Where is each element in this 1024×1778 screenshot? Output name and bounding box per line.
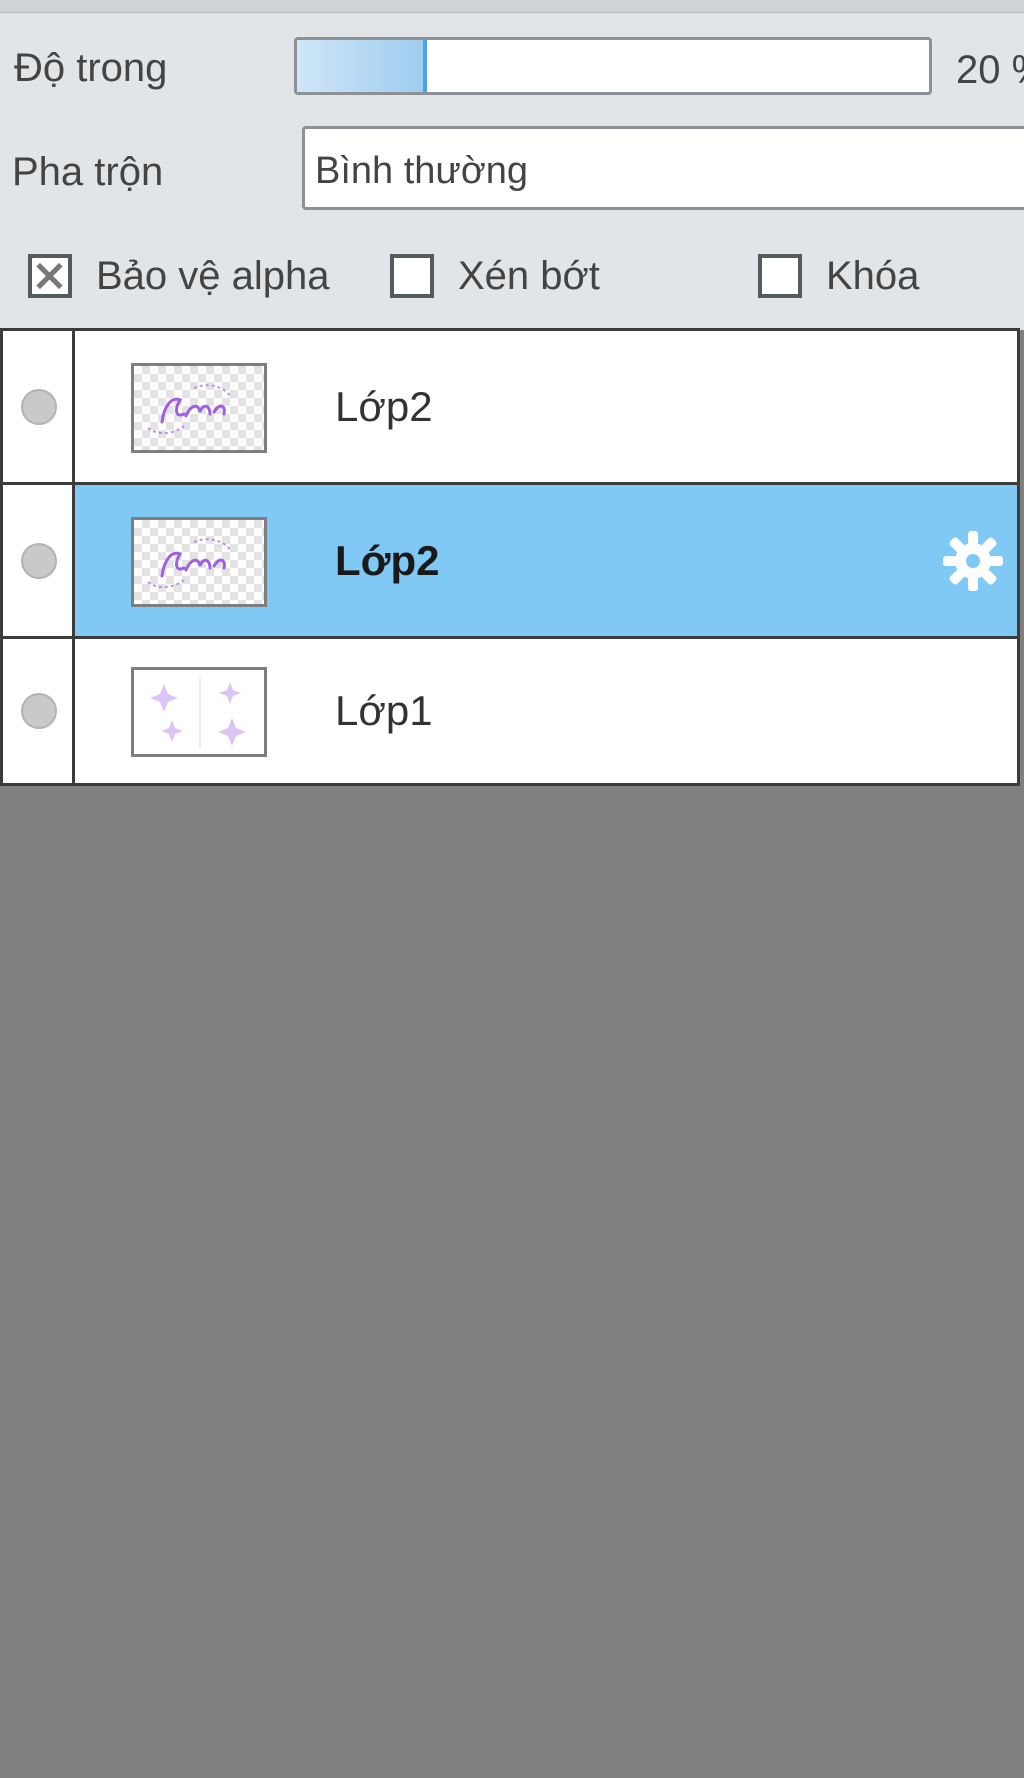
blend-mode-label: Pha trộn [12, 150, 164, 194]
circle-dot-icon [21, 389, 57, 425]
layer-thumbnail [131, 363, 267, 453]
layer-thumbnail [131, 517, 267, 607]
empty-layer-area [0, 786, 1024, 1778]
blend-mode-value: Bình thường [315, 150, 529, 192]
visibility-toggle[interactable] [3, 639, 75, 783]
layer-row[interactable]: Lớp1 [3, 639, 1017, 783]
layer-row-main[interactable]: Lớp2 [75, 485, 1017, 636]
layer-row-main[interactable]: Lớp2 [75, 331, 1017, 482]
blend-mode-select[interactable]: Bình thường [302, 126, 1024, 210]
opacity-slider[interactable] [294, 37, 932, 95]
layer-list: Lớp2 Lớp2 Lớp1 [0, 328, 1020, 786]
opacity-label: Độ trong [14, 46, 168, 90]
sparkles-icon [150, 678, 246, 748]
layer-name: Lớp2 [335, 537, 440, 584]
panel-top-edge [0, 0, 1024, 13]
text-sketch-icon [147, 538, 233, 588]
layer-name: Lớp2 [335, 383, 433, 430]
layer-row[interactable]: Lớp2 [3, 331, 1017, 485]
visibility-toggle[interactable] [3, 485, 75, 636]
layer-row-selected[interactable]: Lớp2 [3, 485, 1017, 639]
layer-thumbnail [131, 667, 267, 757]
protect-alpha-label: Bảo vệ alpha [96, 254, 330, 298]
layer-properties-panel: Độ trong 20 % Pha trộn Bình thường Bảo v… [0, 0, 1024, 330]
layer-name: Lớp1 [335, 687, 433, 734]
clip-label: Xén bớt [458, 254, 600, 298]
lock-checkbox[interactable] [758, 254, 802, 298]
circle-dot-icon [21, 543, 57, 579]
gear-icon[interactable] [939, 527, 1007, 595]
visibility-toggle[interactable] [3, 331, 75, 482]
layer-row-main[interactable]: Lớp1 [75, 639, 1017, 783]
protect-alpha-checkbox[interactable] [28, 254, 72, 298]
circle-dot-icon [21, 693, 57, 729]
opacity-value: 20 % [956, 48, 1024, 92]
opacity-slider-fill [297, 40, 428, 92]
text-sketch-icon [147, 384, 233, 434]
clip-checkbox[interactable] [390, 254, 434, 298]
lock-label: Khóa [826, 254, 920, 298]
